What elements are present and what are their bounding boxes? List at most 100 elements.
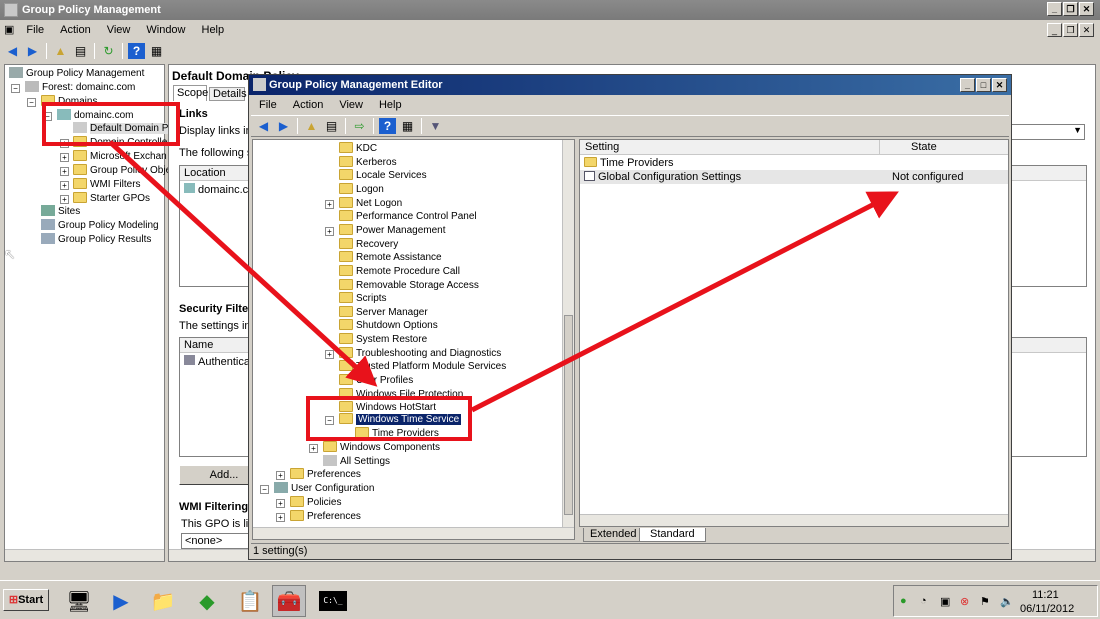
help-icon[interactable]: ? — [128, 43, 145, 59]
tree-user-profiles[interactable]: User Profiles — [339, 374, 413, 388]
tree-preferences[interactable]: Preferences — [290, 468, 361, 482]
tree-gpm-root[interactable]: Group Policy Management — [9, 67, 144, 81]
tree-user-configuration[interactable]: User Configuration — [274, 482, 374, 496]
editor-close-button[interactable]: ✕ — [992, 78, 1007, 92]
export-icon[interactable]: ⇨ — [351, 118, 368, 134]
editor-menu-help[interactable]: Help — [371, 95, 410, 115]
menu-file[interactable]: File — [18, 20, 52, 40]
expander-power-management[interactable]: + — [325, 226, 334, 236]
help-icon[interactable]: ? — [379, 118, 396, 134]
expander-domains[interactable]: − — [27, 98, 36, 107]
tree-scripts[interactable]: Scripts — [339, 292, 387, 306]
tree-preferences-2[interactable]: Preferences — [290, 510, 361, 524]
menu-view[interactable]: View — [99, 20, 139, 40]
expander-net-logon[interactable]: + — [325, 199, 334, 209]
tray-security-icon[interactable]: ⊗ — [960, 595, 969, 608]
tree-hscrollbar[interactable] — [5, 549, 164, 561]
menu-action[interactable]: Action — [52, 20, 99, 40]
child-minimize-button[interactable]: _ — [1047, 23, 1062, 37]
location-dropdown[interactable]: ▼ — [1007, 124, 1085, 140]
minimize-button[interactable]: _ — [1047, 2, 1062, 16]
explorer-icon[interactable]: 📁 — [146, 585, 180, 617]
tree-net-logon[interactable]: Net Logon — [339, 196, 402, 211]
tree-policies[interactable]: Policies — [290, 496, 341, 510]
child-restore-button[interactable]: ❐ — [1063, 23, 1078, 37]
tree-forest[interactable]: Forest: domainc.com — [25, 81, 135, 95]
editor-menu-view[interactable]: View — [331, 95, 371, 115]
tray-action-center-icon[interactable]: ⚑ — [980, 595, 990, 608]
expander-preferences-2[interactable]: + — [276, 513, 285, 522]
tree-power-management[interactable]: Power Management — [339, 223, 446, 238]
expander-starter[interactable]: + — [60, 195, 69, 204]
tray-date[interactable]: 06/11/2012 — [1020, 603, 1074, 615]
tab-extended[interactable]: Extended — [583, 528, 644, 542]
child-close-button[interactable]: ✕ — [1079, 23, 1094, 37]
scroll-thumb[interactable] — [564, 315, 573, 515]
up-folder-icon[interactable]: ▲ — [52, 43, 69, 59]
editor-menu-action[interactable]: Action — [285, 95, 332, 115]
show-hide-tree-icon[interactable]: ▤ — [72, 43, 89, 59]
tree-recovery[interactable]: Recovery — [339, 237, 398, 252]
tree-wmi-filters[interactable]: WMI Filters — [73, 178, 141, 192]
filter-icon[interactable]: ▼ — [427, 118, 444, 134]
menu-window[interactable]: Window — [138, 20, 193, 40]
expander-exchange[interactable]: + — [60, 153, 69, 162]
tree-performance-control-panel[interactable]: Performance Control Panel — [339, 210, 477, 224]
gpm-taskbar-icon[interactable]: 📋 — [233, 585, 267, 617]
expander-policies[interactable]: + — [276, 499, 285, 508]
expander-troubleshooting-and-diagnostics[interactable]: + — [325, 349, 334, 359]
tree-remote-procedure-call[interactable]: Remote Procedure Call — [339, 264, 460, 279]
show-hide-tree-icon[interactable]: ▤ — [323, 118, 340, 134]
start-button[interactable]: ⊞Start — [3, 589, 49, 611]
tab-details[interactable]: Details — [209, 87, 247, 101]
server-manager-icon[interactable]: 🖥 — [62, 585, 96, 617]
tray-time[interactable]: 11:21 — [1032, 589, 1059, 601]
column-state[interactable]: State — [911, 141, 937, 153]
restore-button[interactable]: ❐ — [1063, 2, 1078, 16]
tree-locale-services[interactable]: Locale Services — [339, 169, 427, 183]
back-icon[interactable]: ◀ — [4, 43, 21, 59]
tree-server-manager[interactable]: Server Manager — [339, 305, 428, 320]
tree-modeling[interactable]: Group Policy Modeling — [41, 219, 159, 233]
tree-results[interactable]: Group Policy Results — [41, 233, 151, 247]
powershell-icon[interactable]: ▶ — [104, 585, 138, 617]
tree-troubleshooting-and-diagnostics[interactable]: Troubleshooting and Diagnostics — [339, 346, 501, 361]
close-button[interactable]: ✕ — [1079, 2, 1094, 16]
settings-row-global-config[interactable]: Global Configuration Settings Not config… — [580, 170, 1008, 184]
tree-exchange[interactable]: Microsoft Exchan — [73, 150, 167, 164]
tree-kerberos[interactable]: Kerberos — [339, 155, 397, 170]
tree-system-restore[interactable]: System Restore — [339, 333, 427, 347]
editor-tree-hscrollbar[interactable] — [253, 527, 574, 539]
properties-icon[interactable]: ▦ — [148, 43, 165, 59]
forward-icon[interactable]: ▶ — [24, 43, 41, 59]
tree-all-settings[interactable]: All Settings — [323, 455, 390, 469]
tree-trusted-platform-module-services[interactable]: Trusted Platform Module Services — [339, 360, 506, 374]
editor-minimize-button[interactable]: _ — [960, 78, 975, 92]
menu-help[interactable]: Help — [194, 20, 233, 40]
tray-shield-icon[interactable]: ● — [900, 595, 907, 607]
tree-logon[interactable]: Logon — [339, 182, 384, 197]
tree-kdc[interactable]: KDC — [339, 142, 377, 156]
expander-preferences[interactable]: + — [276, 471, 285, 480]
expander-gpo[interactable]: + — [60, 167, 69, 176]
editor-menu-file[interactable]: File — [251, 95, 285, 115]
tray-network-icon[interactable]: ▣ — [940, 595, 950, 608]
hyperv-icon[interactable]: ◆ — [190, 585, 224, 617]
column-setting[interactable]: Setting — [585, 141, 619, 153]
tree-windows-components[interactable]: Windows Components — [323, 441, 440, 455]
settings-row-time-providers[interactable]: Time Providers — [584, 156, 1004, 170]
refresh-icon[interactable]: ↻ — [100, 43, 117, 59]
tab-standard[interactable]: Standard — [639, 528, 706, 542]
editor-taskbar-icon[interactable]: 🧰 — [272, 585, 306, 617]
tree-starter-gpos[interactable]: Starter GPOs — [73, 192, 150, 206]
tree-sites[interactable]: Sites — [41, 205, 80, 219]
tree-remote-assistance[interactable]: Remote Assistance — [339, 251, 442, 265]
editor-tree-vscrollbar[interactable] — [562, 140, 574, 527]
expander-windows-components[interactable]: + — [309, 444, 318, 453]
forward-icon[interactable]: ▶ — [275, 118, 292, 134]
up-folder-icon[interactable]: ▲ — [303, 118, 320, 134]
tree-shutdown-options[interactable]: Shutdown Options — [339, 319, 438, 333]
back-icon[interactable]: ◀ — [255, 118, 272, 134]
tree-removable-storage-access[interactable]: Removable Storage Access — [339, 278, 479, 293]
expander-user-configuration[interactable]: − — [260, 485, 269, 494]
